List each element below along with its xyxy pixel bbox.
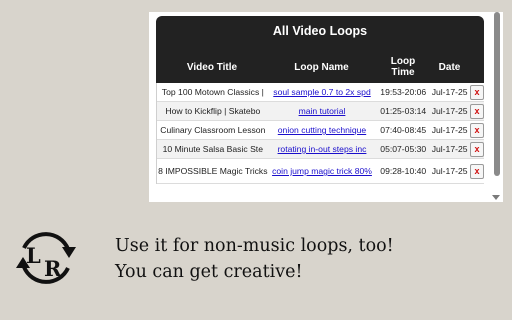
scrollbar-thumb[interactable]	[494, 12, 500, 176]
table-row: How to Kickflip | Skatebo main tutorial …	[157, 102, 485, 121]
date-cell: Jul-17-25	[431, 166, 468, 176]
loop-time-cell: 09:28-10:40	[380, 166, 427, 176]
col-loop-name: Loop Name	[294, 62, 349, 73]
col-loop-time-line2: Time	[391, 67, 415, 78]
delete-loop-button[interactable]: x	[470, 122, 485, 138]
table-row: Top 100 Motown Classics | soul sample 0.…	[157, 83, 485, 102]
logo-letter-l: L	[26, 243, 41, 268]
loop-name-link[interactable]: main tutorial	[269, 106, 376, 116]
tagline-line-2: You can get creative!	[115, 262, 303, 282]
delete-loop-button[interactable]: x	[470, 141, 485, 157]
loop-time-cell: 01:25-03:14	[380, 106, 427, 116]
col-date: Date	[438, 62, 461, 73]
loop-time-cell: 05:07-05:30	[380, 144, 427, 154]
table-header: All Video Loops Video Title Loop Name Lo…	[156, 16, 484, 83]
col-loop-time-line1: Loop	[390, 56, 416, 67]
loop-name-link[interactable]: coin jump magic trick 80%	[269, 166, 376, 176]
loops-table: All Video Loops Video Title Loop Name Lo…	[156, 16, 485, 184]
extension-popup: All Video Loops Video Title Loop Name Lo…	[149, 12, 503, 202]
video-title-cell: 8 IMPOSSIBLE Magic Tricks	[158, 166, 268, 176]
loop-time-cell: 19:53-20:06	[380, 87, 427, 97]
video-title-cell: Top 100 Motown Classics |	[161, 87, 264, 97]
table-row: 10 Minute Salsa Basic Ste rotating in-ou…	[157, 140, 485, 159]
loop-arrows-icon: L R	[16, 232, 76, 284]
loop-name-link[interactable]: onion cutting technique	[269, 125, 376, 135]
table-row: Culinary Classroom Lesson onion cutting …	[157, 121, 485, 140]
date-cell: Jul-17-25	[431, 87, 468, 97]
date-cell: Jul-17-25	[431, 144, 468, 154]
date-cell: Jul-17-25	[431, 125, 468, 135]
col-video-title: Video Title	[186, 62, 238, 73]
tagline-line-1: Use it for non-music loops, too!	[115, 236, 394, 256]
delete-loop-button[interactable]: x	[470, 84, 485, 100]
loop-name-link[interactable]: soul sample 0.7 to 2x spd	[269, 87, 376, 97]
video-title-cell: 10 Minute Salsa Basic Ste	[162, 144, 263, 154]
table-body: Top 100 Motown Classics | soul sample 0.…	[156, 83, 485, 184]
tagline: Use it for non-music loops, too! You can…	[115, 233, 394, 285]
popup-title: All Video Loops	[272, 24, 368, 38]
delete-loop-button[interactable]: x	[470, 103, 485, 119]
delete-loop-button[interactable]: x	[470, 163, 485, 179]
table-row: 8 IMPOSSIBLE Magic Tricks coin jump magi…	[157, 159, 485, 184]
video-title-cell: How to Kickflip | Skatebo	[165, 106, 261, 116]
scrollbar[interactable]	[491, 12, 501, 202]
scroll-down-arrow-icon[interactable]	[492, 195, 500, 200]
logo-letter-r: R	[44, 256, 62, 281]
date-cell: Jul-17-25	[431, 106, 468, 116]
video-title-cell: Culinary Classroom Lesson	[160, 125, 266, 135]
col-loop-time: Loop Time	[375, 56, 431, 78]
loop-name-link[interactable]: rotating in-out steps inc	[269, 144, 376, 154]
loop-time-cell: 07:40-08:45	[380, 125, 427, 135]
